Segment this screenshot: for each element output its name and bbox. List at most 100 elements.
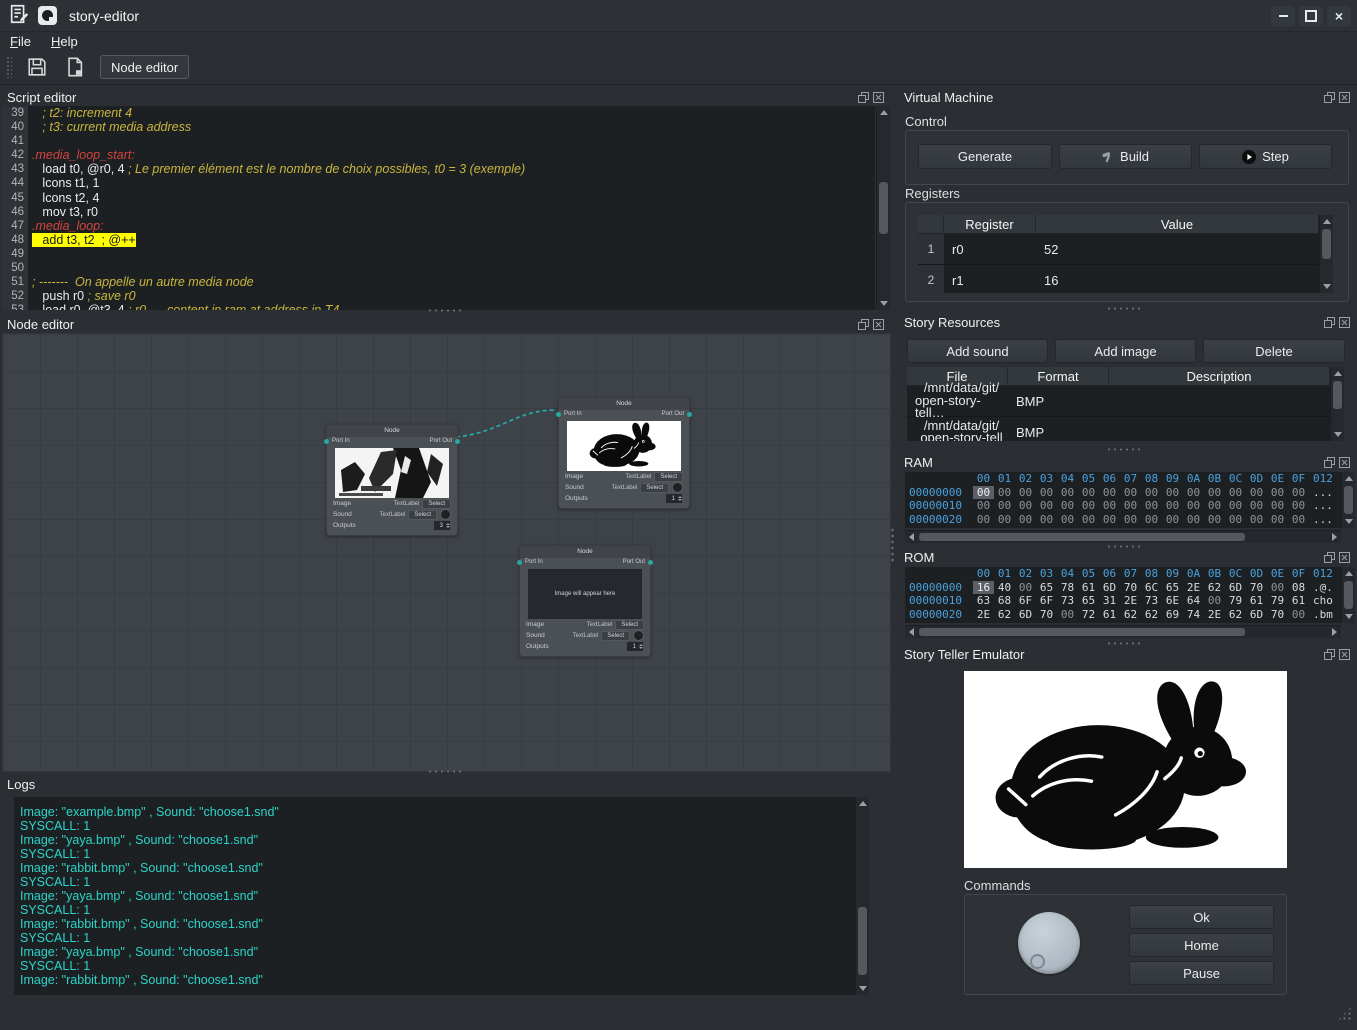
hex-byte[interactable]: 6F — [1036, 594, 1057, 608]
hex-byte[interactable]: 31 — [1099, 594, 1120, 608]
hex-byte[interactable]: 2E — [1204, 608, 1225, 622]
hex-byte[interactable]: 00 — [1204, 513, 1225, 527]
registers-table[interactable]: RegisterValue 1r0522r116 — [918, 215, 1319, 293]
save-floppy-icon[interactable] — [24, 54, 50, 80]
hex-byte[interactable]: 79 — [1225, 594, 1246, 608]
hex-byte[interactable]: 63 — [973, 594, 994, 608]
hex-byte[interactable]: 00 — [1267, 581, 1288, 595]
play-sound-icon[interactable] — [633, 630, 644, 641]
hex-byte[interactable]: 00 — [973, 499, 994, 513]
export-page-icon[interactable] — [62, 54, 88, 80]
hex-byte[interactable]: 70 — [1246, 581, 1267, 595]
script-editor-dock-titlebar[interactable]: Script editor — [0, 88, 891, 106]
close-icon[interactable]: × — [1327, 6, 1351, 26]
ram-vertical-scrollbar[interactable] — [1341, 472, 1355, 528]
hex-byte[interactable]: 00 — [1015, 513, 1036, 527]
hex-byte[interactable]: 00 — [1036, 486, 1057, 500]
hex-byte[interactable]: 00 — [1078, 499, 1099, 513]
hex-byte[interactable]: 00 — [1204, 499, 1225, 513]
undock-icon[interactable] — [1324, 457, 1335, 468]
script-line[interactable]: 43 load t0, @r0, 4 ; Le premier élément … — [2, 162, 875, 176]
port-in-dot[interactable] — [517, 560, 522, 565]
hex-byte[interactable]: 62 — [1141, 608, 1162, 622]
hex-byte[interactable]: 00 — [1078, 486, 1099, 500]
hex-byte[interactable]: 00 — [994, 486, 1015, 500]
script-line[interactable]: 50 — [2, 261, 875, 275]
media-node-empty[interactable]: Node Port In Port Out Image will appear … — [519, 545, 651, 657]
ram-horizontal-scrollbar[interactable] — [905, 530, 1341, 543]
hex-byte[interactable]: 00 — [1120, 486, 1141, 500]
hex-byte[interactable]: 00 — [1246, 499, 1267, 513]
hex-byte[interactable]: 00 — [1099, 499, 1120, 513]
script-code-area[interactable]: 39 ; t2: increment 440 ; t3: current med… — [2, 106, 875, 310]
hex-byte[interactable]: 00 — [1036, 513, 1057, 527]
hex-byte[interactable]: 00 — [1057, 486, 1078, 500]
select-image-button[interactable]: Select — [654, 472, 683, 482]
hex-byte[interactable]: 78 — [1057, 581, 1078, 595]
script-line[interactable]: 46 mov t3, r0 — [2, 205, 875, 219]
logs-vertical-scrollbar[interactable] — [855, 797, 869, 995]
resources-dock-titlebar[interactable]: Story Resources — [897, 313, 1357, 331]
emulator-dock-titlebar[interactable]: Story Teller Emulator — [897, 645, 1357, 663]
hex-byte[interactable]: 00 — [1057, 499, 1078, 513]
hex-byte[interactable]: 00 — [994, 513, 1015, 527]
hex-byte[interactable]: 61 — [1099, 608, 1120, 622]
script-line[interactable]: 45 lcons t2, 4 — [2, 191, 875, 205]
script-line[interactable]: 40 ; t3: current media address — [2, 120, 875, 134]
hex-byte[interactable]: 2E — [973, 608, 994, 622]
delete-button[interactable]: Delete — [1203, 339, 1345, 363]
generate-button[interactable]: Generate — [918, 144, 1052, 169]
registers-scrollbar[interactable] — [1319, 215, 1333, 293]
node-canvas[interactable]: Node Port In Port Out ImageTextLabelSele… — [2, 333, 891, 772]
hex-byte[interactable]: 73 — [1057, 594, 1078, 608]
port-out-dot[interactable] — [648, 560, 653, 565]
ok-button[interactable]: Ok — [1129, 905, 1274, 929]
hex-byte[interactable]: 2E — [1120, 594, 1141, 608]
hex-byte[interactable]: 00 — [1267, 513, 1288, 527]
hex-byte[interactable]: 00 — [973, 486, 994, 500]
wheel-knob[interactable] — [1018, 912, 1080, 974]
hex-byte[interactable]: 00 — [1162, 513, 1183, 527]
hex-byte[interactable]: 00 — [1267, 499, 1288, 513]
hex-byte[interactable]: 65 — [1036, 581, 1057, 595]
hex-byte[interactable]: 00 — [1183, 486, 1204, 500]
rom-hex-view[interactable]: 000102030405060708090A0B0C0D0E0F01200000… — [905, 567, 1341, 623]
outputs-spinner[interactable]: 1 — [626, 641, 644, 652]
pause-button[interactable]: Pause — [1129, 961, 1274, 985]
add-image-button[interactable]: Add image — [1055, 339, 1196, 363]
undock-icon[interactable] — [1324, 552, 1335, 563]
select-image-button[interactable]: Select — [422, 499, 451, 509]
script-line[interactable]: 51; ------- On appelle un autre media no… — [2, 275, 875, 289]
window-resize-grip[interactable] — [1337, 1006, 1352, 1021]
hex-byte[interactable]: 00 — [994, 499, 1015, 513]
close-icon[interactable] — [1339, 552, 1350, 563]
hex-byte[interactable]: 00 — [1183, 513, 1204, 527]
hex-byte[interactable]: 00 — [1288, 486, 1309, 500]
hex-byte[interactable]: 00 — [1225, 499, 1246, 513]
hex-byte[interactable]: 68 — [994, 594, 1015, 608]
hex-byte[interactable]: 2E — [1183, 581, 1204, 595]
menu-help[interactable]: Help — [41, 34, 88, 49]
splitter-handle[interactable] — [427, 308, 463, 313]
hex-byte[interactable]: 6D — [1015, 608, 1036, 622]
hex-byte[interactable]: 6C — [1141, 581, 1162, 595]
port-out-dot[interactable] — [455, 439, 460, 444]
hex-byte[interactable]: 6D — [1246, 608, 1267, 622]
toolbar-drag-handle[interactable] — [6, 56, 12, 78]
undock-icon[interactable] — [858, 319, 869, 330]
splitter-handle[interactable] — [1106, 447, 1142, 452]
undock-icon[interactable] — [1324, 317, 1335, 328]
hex-byte[interactable]: 00 — [1204, 594, 1225, 608]
close-icon[interactable] — [873, 319, 884, 330]
hex-byte[interactable]: 79 — [1267, 594, 1288, 608]
hex-byte[interactable]: 70 — [1267, 608, 1288, 622]
script-line[interactable]: 41 — [2, 134, 875, 148]
script-line[interactable]: 52 push r0 ; save r0 — [2, 289, 875, 303]
menu-file[interactable]: File — [0, 34, 41, 49]
hex-byte[interactable]: 69 — [1162, 608, 1183, 622]
home-button[interactable]: Home — [1129, 933, 1274, 957]
splitter-handle[interactable] — [427, 769, 463, 774]
resources-scrollbar[interactable] — [1330, 367, 1344, 441]
hex-byte[interactable]: 64 — [1183, 594, 1204, 608]
register-row[interactable]: 2r116 — [918, 265, 1319, 293]
